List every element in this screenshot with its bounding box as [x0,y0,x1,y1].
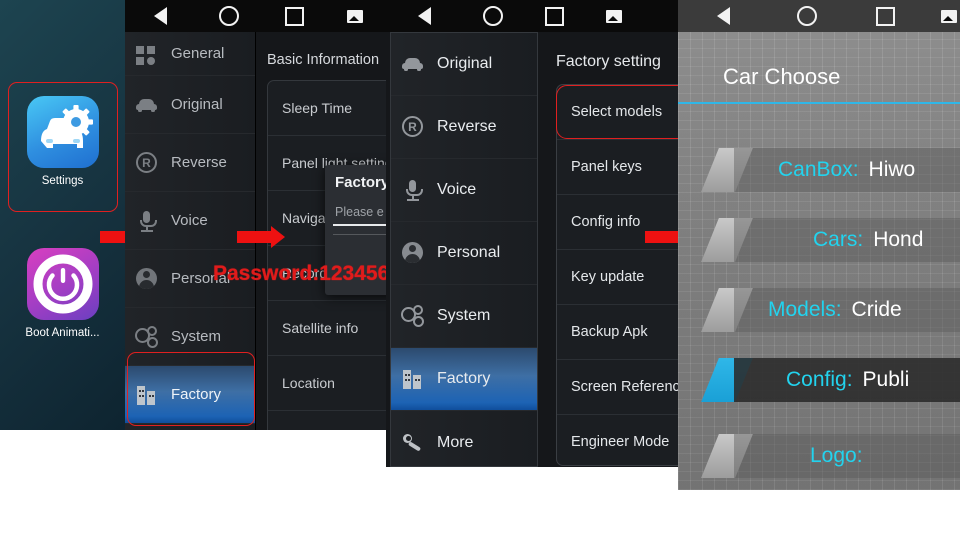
settings-panel: General Original R Reverse Voice Persona… [125,0,390,430]
general-icon [135,42,159,66]
sidebar-item-general[interactable]: General [125,32,255,76]
sidebar-item-original[interactable]: Original [391,33,537,96]
sidebar-item-label: Voice [437,181,477,198]
sidebar-item-personal[interactable]: Personal [391,222,537,285]
recents-icon[interactable] [524,6,584,26]
factory-icon [401,367,425,391]
select-models-highlight-box [556,85,678,139]
home-icon[interactable] [462,6,524,26]
row-cars[interactable]: Cars: Hond [701,218,960,262]
app-label: Boot Animati... [25,327,100,339]
back-icon[interactable] [125,7,195,25]
microphone-icon [401,178,425,202]
list-item[interactable]: Sleep Time [268,81,390,136]
gears-icon [135,325,159,349]
dialog-hint: Please e [335,205,384,219]
page-title: Car Choose [723,64,841,89]
home-icon[interactable] [195,6,263,26]
row-config[interactable]: Config: Publi [701,358,960,402]
person-icon [135,267,159,291]
car-icon [401,52,425,76]
reverse-icon: R [135,151,159,175]
recents-icon[interactable] [846,6,924,26]
sidebar-item-factory[interactable]: Factory [391,348,537,411]
screenshot-icon[interactable] [325,9,385,23]
row-canbox[interactable]: CanBox: Hiwo [701,148,960,192]
screenshot-icon[interactable] [584,9,644,23]
sidebar-item-more[interactable]: More [391,411,537,467]
row-key: Cars: [813,228,864,251]
power-ring-glyph [33,254,92,314]
list-item[interactable]: Satellite info [268,301,390,356]
dialog-divider [333,234,390,235]
power-ring-icon[interactable] [26,248,99,320]
factory-list: Select models Panel keys Config info Key… [556,84,678,466]
settings-highlight-box [8,82,118,212]
sidebar-item-reverse[interactable]: R Reverse [125,134,255,192]
title-underline [678,102,960,104]
gears-icon [401,304,425,328]
row-key: CanBox: [778,158,859,181]
list-item[interactable]: Backup Apk [557,305,678,360]
reverse-icon: R [401,115,425,139]
android-navbar [386,0,678,32]
home-icon[interactable] [768,6,846,26]
car-icon [135,93,159,117]
factory-panel: Original R Reverse Voice Personal System… [386,0,678,467]
list-item[interactable]: Engineer Mode [557,415,678,465]
list-item[interactable]: Panel keys [557,140,678,195]
person-icon [401,241,425,265]
sidebar-item-reverse[interactable]: R Reverse [391,96,537,159]
page-title: Factory setting [556,53,661,70]
row-key: Config: [786,368,853,391]
app-boot-animation[interactable]: Boot Animati... [0,248,125,339]
dialog-title: Factory [335,174,390,191]
factory-sidebar[interactable]: Original R Reverse Voice Personal System… [390,32,538,467]
sidebar-item-label: Personal [437,244,501,261]
sidebar-item-label: System [437,307,491,324]
wrench-icon [401,431,425,455]
row-models[interactable]: Models: Cride [701,288,960,332]
list-item[interactable]: Screen Reference [557,360,678,415]
dialog-input-underline[interactable] [333,224,390,226]
list-item[interactable]: Key update [557,250,678,305]
sidebar-item-voice[interactable]: Voice [125,192,255,250]
sidebar-item-label: Voice [171,212,208,229]
page-title: Basic Information [267,52,380,68]
row-logo[interactable]: Logo: [701,434,960,478]
sidebar-item-label: Original [437,55,493,72]
back-icon[interactable] [678,7,768,25]
sidebar-item-voice[interactable]: Voice [391,159,537,222]
sidebar-item-label: More [437,433,474,451]
flow-arrow-2 [237,226,285,248]
sidebar-item-label: Factory [437,370,491,387]
android-navbar [125,0,390,32]
list-item[interactable]: App permissions [268,411,390,430]
row-value: Hiwo [868,158,916,181]
sidebar-item-label: System [171,328,222,345]
factory-highlight-box [127,352,255,426]
car-choose-panel: Car Choose CanBox: Hiwo Cars: Hond Model… [678,0,960,490]
password-annotation: Password:123456 [213,262,390,285]
row-key: Logo: [810,444,863,467]
row-key: Models: [768,298,842,321]
sidebar-item-system[interactable]: System [391,285,537,348]
row-value: Cride [851,298,902,321]
list-item[interactable]: Location [268,356,390,411]
sidebar-item-label: General [171,45,225,62]
sidebar-item-original[interactable]: Original [125,76,255,134]
sidebar-item-label: Reverse [437,118,497,135]
recents-icon[interactable] [263,6,325,26]
row-value: Publi [862,368,910,391]
android-navbar [678,0,960,32]
screenshot-icon[interactable] [924,9,960,23]
sidebar-item-label: Original [171,96,223,113]
sidebar-item-label: Reverse [171,154,227,171]
microphone-icon [135,209,159,233]
back-icon[interactable] [386,7,462,25]
row-value: Hond [873,228,924,251]
launcher-panel: Settings Boot Animati... [0,0,125,430]
